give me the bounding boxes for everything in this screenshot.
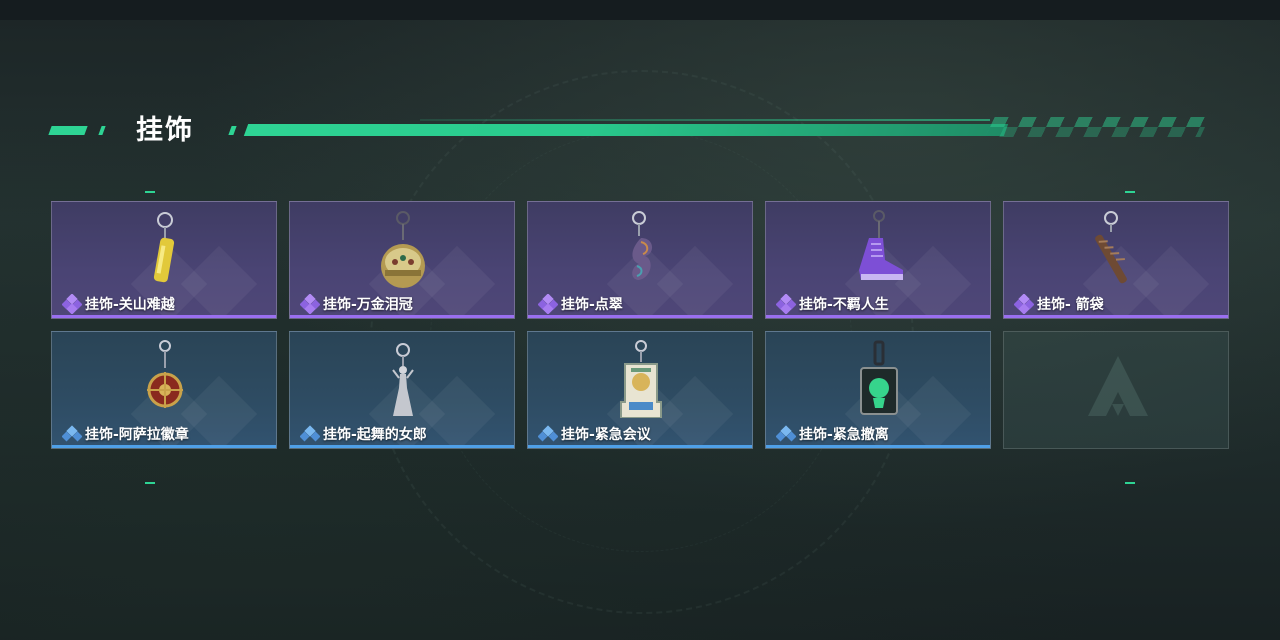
blue-rarity-icon: [300, 425, 320, 442]
charm-label: 挂饰-万金泪冠: [323, 297, 413, 313]
corner-tick: [145, 191, 155, 193]
charm-card[interactable]: 挂饰-起舞的女郎: [289, 331, 515, 449]
dancer-charm-icon: [392, 343, 414, 416]
charm-label: 挂饰-点翠: [561, 297, 623, 313]
corner-tick: [145, 482, 155, 484]
meeting-charm-icon: [620, 340, 662, 418]
corner-tick: [1125, 191, 1135, 193]
header-bar: [243, 124, 1009, 136]
header-accent: [98, 126, 106, 135]
rarity-bar: [766, 315, 990, 318]
corner-tick: [1125, 482, 1135, 484]
evac-charm-icon: [860, 340, 898, 415]
rarity-bar: [1004, 315, 1228, 318]
rarity-bar: [766, 445, 990, 448]
badge-charm-icon: [147, 340, 183, 408]
charm-label: 挂饰-阿萨拉徽章: [85, 427, 189, 443]
blue-rarity-icon: [776, 425, 796, 442]
empty-slot: [1003, 331, 1229, 449]
charm-card[interactable]: 挂饰- 箭袋: [1003, 201, 1229, 319]
header-thin-line: [420, 119, 990, 121]
charm-label: 挂饰-起舞的女郎: [323, 427, 427, 443]
charm-label: 挂饰-关山难越: [85, 297, 175, 313]
header-accent: [228, 126, 237, 135]
gold-cylinder-charm-icon: [153, 212, 175, 283]
jeweled-crown-charm-icon: [381, 211, 425, 288]
charm-card[interactable]: 挂饰-关山难越: [51, 201, 277, 319]
purple-rarity-icon: [538, 294, 558, 314]
phoenix-charm-icon: [632, 211, 653, 280]
blue-rarity-icon: [62, 425, 82, 442]
header-accent: [48, 126, 88, 135]
section-title: 挂饰: [136, 115, 194, 146]
rarity-bar: [528, 445, 752, 448]
purple-rarity-icon: [1014, 294, 1034, 314]
top-strip: [0, 0, 1280, 20]
charm-label: 挂饰-紧急会议: [561, 427, 651, 443]
rarity-bar: [290, 315, 514, 318]
purple-rarity-icon: [776, 294, 796, 314]
header-checker-pattern: [985, 117, 1210, 137]
purple-rarity-icon: [62, 294, 82, 314]
rarity-bar: [290, 445, 514, 448]
charm-label: 挂饰-紧急撤离: [799, 427, 889, 443]
charm-card[interactable]: 挂饰-点翠: [527, 201, 753, 319]
charm-card[interactable]: 挂饰-万金泪冠: [289, 201, 515, 319]
rarity-bar: [528, 315, 752, 318]
purple-rarity-icon: [300, 294, 320, 314]
rarity-bar: [52, 445, 276, 448]
blue-rarity-icon: [538, 425, 558, 442]
charm-card[interactable]: 挂饰-阿萨拉徽章: [51, 331, 277, 449]
quiver-charm-icon: [1095, 211, 1127, 284]
charm-card[interactable]: 挂饰-紧急会议: [527, 331, 753, 449]
charm-card[interactable]: 挂饰-紧急撤离: [765, 331, 991, 449]
charm-card[interactable]: 挂饰-不羁人生: [765, 201, 991, 319]
charm-label: 挂饰- 箭袋: [1037, 297, 1104, 313]
rarity-bar: [52, 315, 276, 318]
game-logo-watermark-icon: [1088, 356, 1148, 416]
charm-label: 挂饰-不羁人生: [799, 297, 889, 313]
purple-sneaker-charm-icon: [859, 210, 903, 280]
